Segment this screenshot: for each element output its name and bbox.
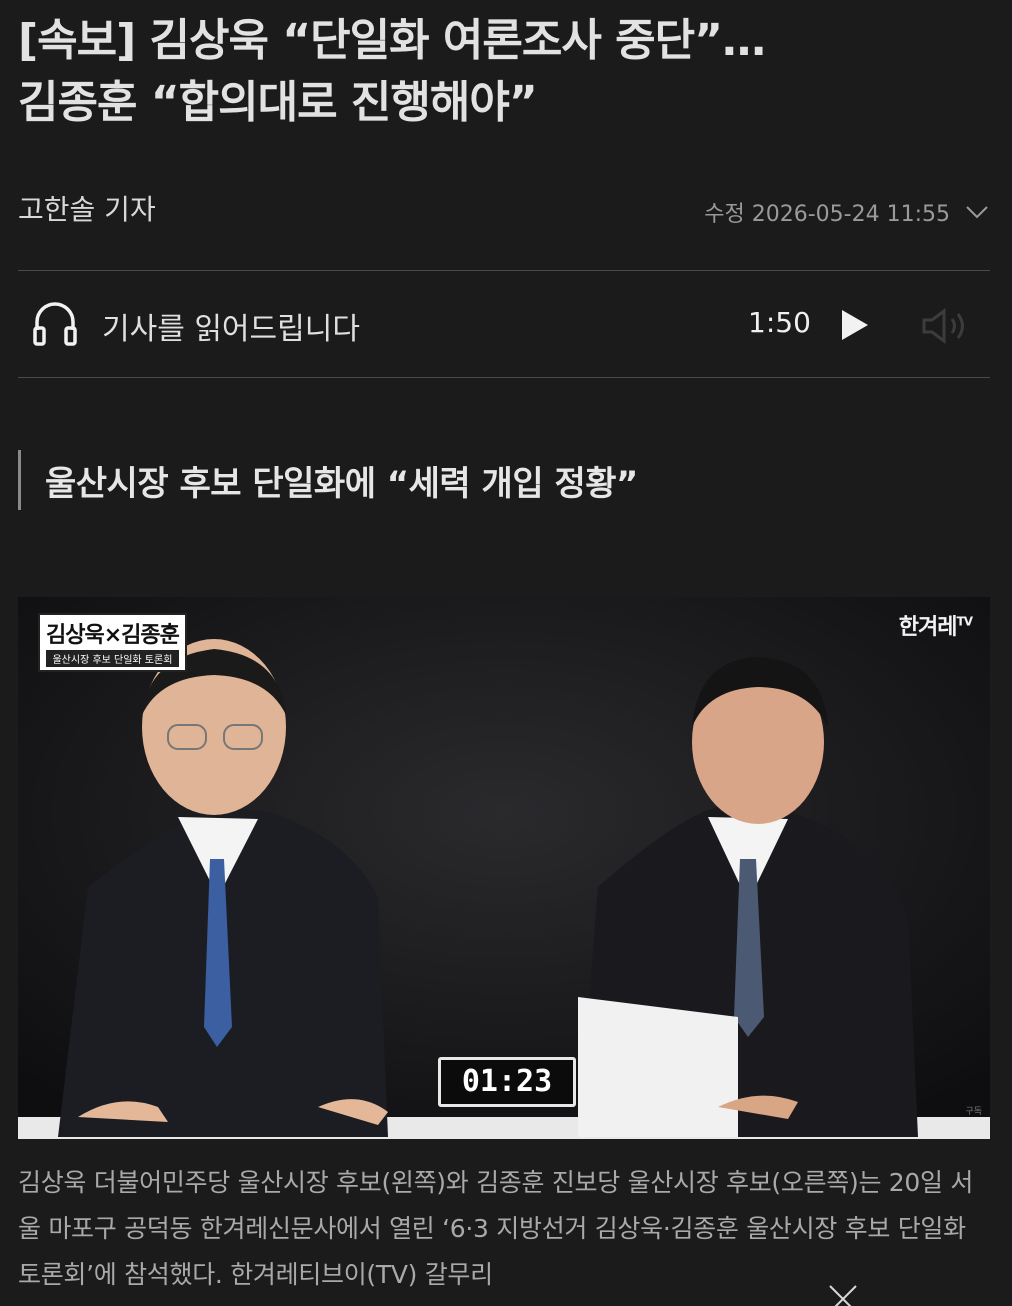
divider-top bbox=[18, 270, 990, 271]
article-headline: [속보] 김상욱 “단일화 여론조사 중단”… 김종훈 “합의대로 진행해야” bbox=[18, 10, 978, 134]
headline-line-2: 김종훈 “합의대로 진행해야” bbox=[18, 77, 538, 128]
play-icon[interactable] bbox=[840, 308, 870, 342]
overlay-subtitle: 울산시장 후보 단일화 토론회 bbox=[46, 650, 179, 667]
broadcast-title-overlay: 김상욱×김종훈 울산시장 후보 단일화 토론회 bbox=[38, 613, 187, 672]
tts-duration: 1:50 bbox=[748, 306, 811, 339]
headline-line-1: [속보] 김상욱 “단일화 여론조사 중단”… bbox=[18, 15, 766, 66]
subscribe-watermark: 구독 bbox=[965, 1107, 982, 1117]
overlay-title: 김상욱×김종훈 bbox=[46, 623, 180, 648]
modified-date-toggle[interactable]: 수정 2026-05-24 11:55 bbox=[704, 196, 990, 228]
debate-timer: 01:23 bbox=[438, 1057, 576, 1107]
subheading-text: 울산시장 후보 단일화에 “세력 개입 정황” bbox=[45, 464, 638, 504]
article-page: [속보] 김상욱 “단일화 여론조사 중단”… 김종훈 “합의대로 진행해야” … bbox=[0, 0, 1012, 1306]
broadcaster-logo: 한겨레TV bbox=[898, 609, 974, 641]
close-icon[interactable] bbox=[826, 1282, 860, 1306]
byline-row: 고한솔 기자 수정 2026-05-24 11:55 bbox=[18, 184, 990, 232]
modified-date: 수정 2026-05-24 11:55 bbox=[704, 202, 950, 227]
brand-suffix: TV bbox=[956, 614, 974, 629]
divider-bottom bbox=[18, 377, 990, 378]
headphone-icon bbox=[33, 302, 77, 346]
tts-label: 기사를 읽어드립니다 bbox=[102, 312, 360, 347]
tts-player: 기사를 읽어드립니다 1:50 bbox=[18, 272, 990, 378]
article-photo[interactable]: 김상욱×김종훈 울산시장 후보 단일화 토론회 한겨레TV 01:23 구독 bbox=[18, 597, 990, 1139]
article-subheading: 울산시장 후보 단일화에 “세력 개입 정황” bbox=[18, 450, 981, 510]
brand-name: 한겨레 bbox=[898, 615, 958, 640]
reporter-name[interactable]: 고한솔 기자 bbox=[18, 188, 156, 228]
photo-caption: 김상욱 더불어민주당 울산시장 후보(왼쪽)와 김종훈 진보당 울산시장 후보(… bbox=[18, 1168, 974, 1289]
volume-icon[interactable] bbox=[918, 306, 976, 346]
chevron-down-icon bbox=[966, 206, 988, 219]
